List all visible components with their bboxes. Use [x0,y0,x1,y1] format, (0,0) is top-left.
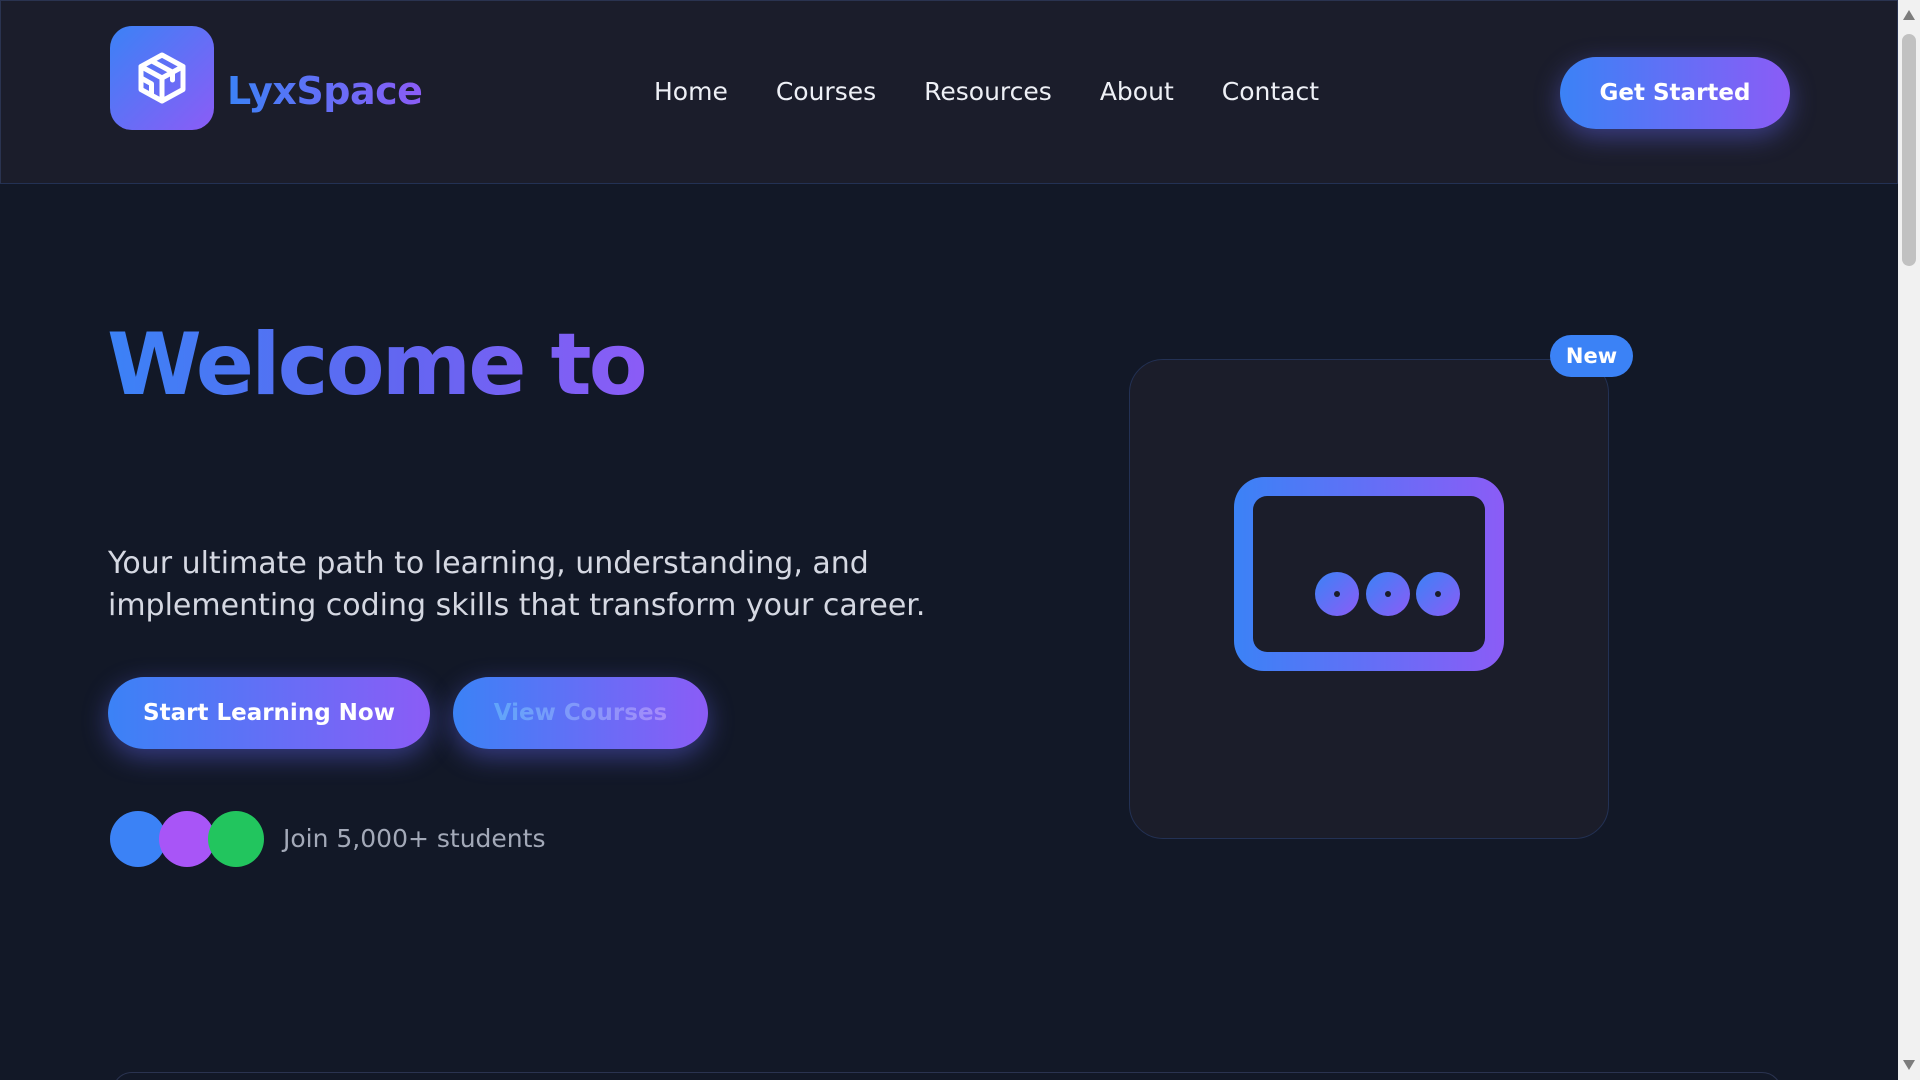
students-count-text: Join 5,000+ students [283,824,546,853]
vertical-scrollbar[interactable] [1898,0,1920,1080]
next-section-card [112,1072,1782,1080]
view-courses-label: View Courses [493,700,668,726]
brand-name[interactable]: LyxSpace [227,69,423,113]
nav-item-courses[interactable]: Courses [776,77,876,106]
avatar [159,811,215,867]
start-learning-button[interactable]: Start Learning Now [108,677,430,749]
typing-dot-icon [1366,572,1410,616]
chat-window-inner [1253,496,1485,652]
scrollbar-thumb[interactable] [1902,34,1916,266]
typing-dot-icon [1315,572,1359,616]
cube-icon [138,52,186,104]
nav-item-resources[interactable]: Resources [924,77,1052,106]
avatar [208,811,264,867]
scroll-down-arrow-icon[interactable] [1903,1060,1915,1070]
nav-item-home[interactable]: Home [654,77,728,106]
chat-window-icon [1234,477,1504,671]
get-started-button[interactable]: Get Started [1560,57,1790,129]
main-nav: Home Courses Resources About Contact [654,77,1319,106]
hero-subtitle: Your ultimate path to learning, understa… [108,546,926,623]
logo[interactable] [110,26,214,130]
site-header: LyxSpace Home Courses Resources About Co… [0,0,1898,184]
hero-title: Welcome to [107,315,648,415]
typing-dot-icon [1416,572,1460,616]
new-badge: New [1550,335,1633,377]
nav-item-about[interactable]: About [1100,77,1174,106]
nav-item-contact[interactable]: Contact [1222,77,1319,106]
student-avatars [110,811,264,867]
view-courses-button[interactable]: View Courses [453,677,708,749]
scroll-up-arrow-icon[interactable] [1903,10,1915,20]
avatar [110,811,166,867]
